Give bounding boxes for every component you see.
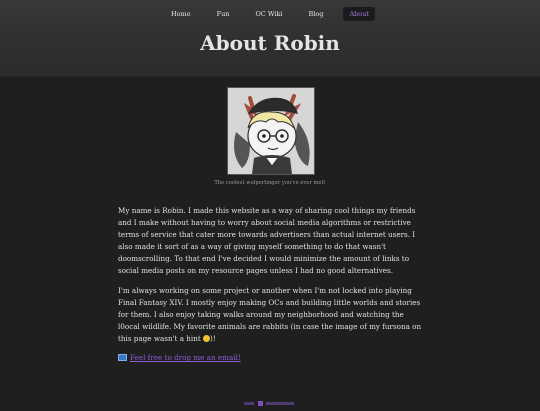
contact-paragraph: Feel free to drop me an email! [118, 352, 424, 364]
avatar-caption: The coolest wolpertinger you've ever met… [0, 180, 540, 186]
fursona-illustration [228, 88, 314, 174]
hobbies-text: I'm always working on some project or an… [118, 286, 421, 343]
nav-blog-link[interactable]: Blog [303, 7, 330, 21]
main-content: My name is Robin. I made this website as… [118, 205, 424, 371]
envelope-icon [118, 354, 127, 361]
page-title: About Robin [0, 31, 540, 55]
footer-ornament-icon [240, 399, 300, 409]
nav-fun-link[interactable]: Fun [211, 7, 236, 21]
nav-about-link[interactable]: About [343, 7, 375, 21]
intro-paragraph: My name is Robin. I made this website as… [118, 205, 424, 278]
footer-decoration [0, 399, 540, 411]
hobbies-paragraph: I'm always working on some project or an… [118, 285, 424, 345]
nav-oc-wiki-link[interactable]: OC Wiki [249, 7, 288, 21]
hobbies-paragraph-end: )! [210, 334, 216, 343]
main-nav: Home Fun OC Wiki Blog About [0, 7, 540, 21]
nav-home-link[interactable]: Home [165, 7, 197, 21]
header: Home Fun OC Wiki Blog About About Robin [0, 0, 540, 77]
winking-face-icon [203, 335, 210, 342]
email-link[interactable]: Feel free to drop me an email! [130, 353, 241, 362]
fursona-avatar-image [227, 87, 315, 175]
